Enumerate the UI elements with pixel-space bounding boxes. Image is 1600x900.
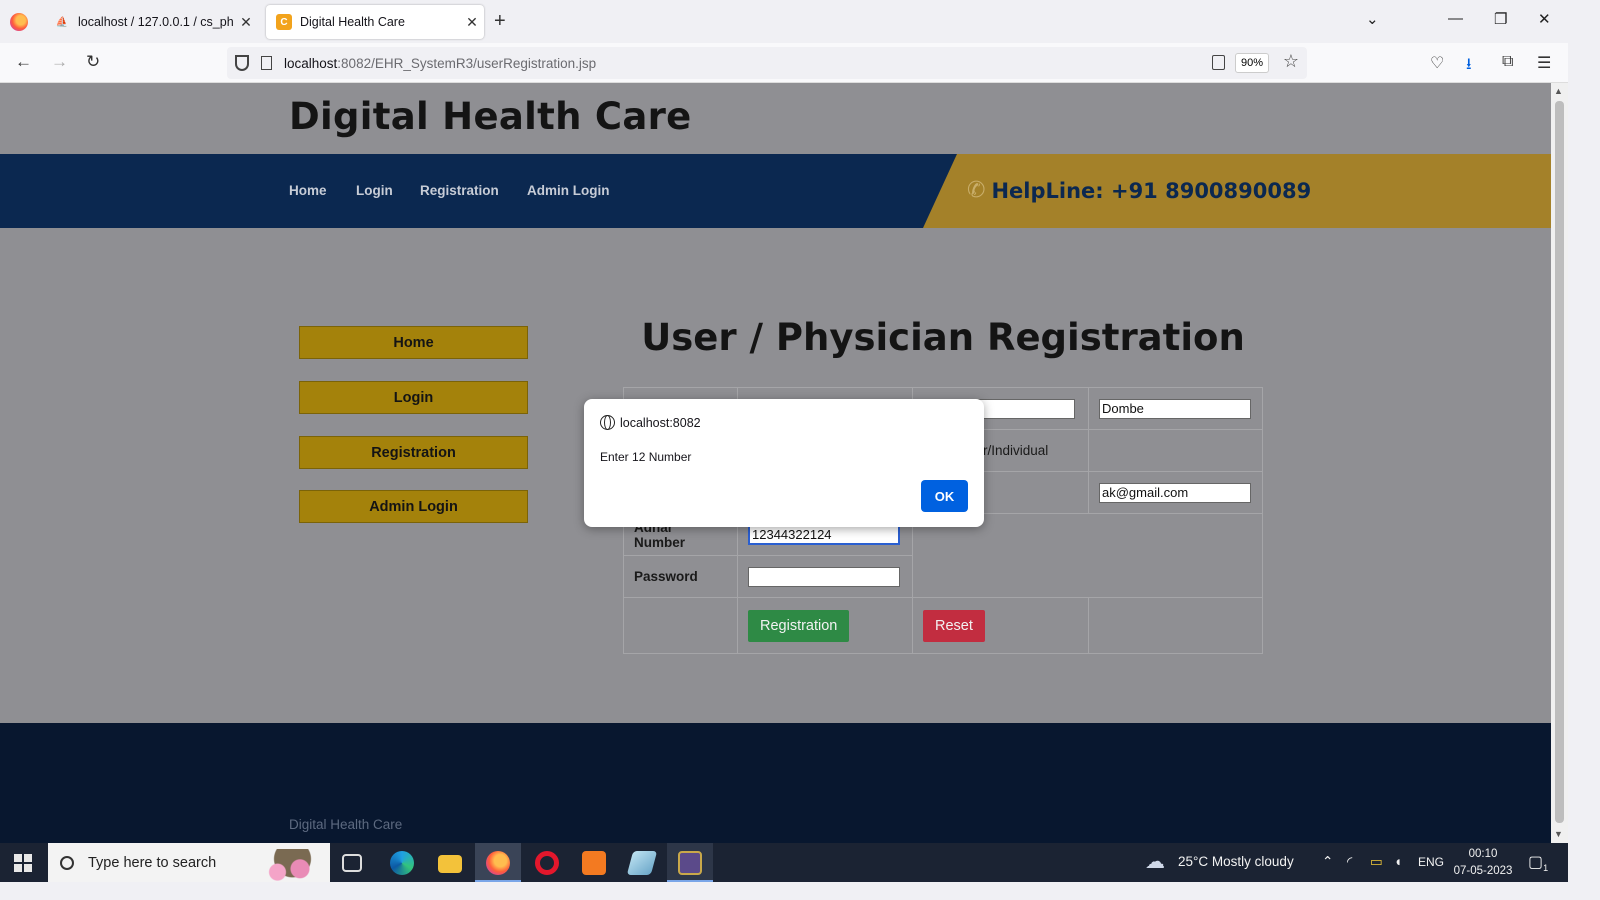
last-name-input[interactable] — [1099, 398, 1251, 419]
footer-text: Digital Health Care — [289, 817, 403, 832]
reset-button[interactable]: Reset — [923, 609, 985, 642]
zoom-level[interactable]: 90% — [1234, 53, 1269, 73]
pocket-icon[interactable]: ♡ — [1430, 53, 1444, 73]
windows-start-icon[interactable] — [14, 854, 32, 872]
minimize-button[interactable]: — — [1448, 10, 1463, 27]
sidebar-login-button[interactable]: Login — [299, 381, 528, 414]
search-icon — [60, 855, 74, 870]
tab-title: Digital Health Care — [300, 15, 405, 29]
alert-dialog: localhost:8082 Enter 12 Number OK — [584, 399, 984, 527]
tab-title: localhost / 127.0.0.1 / cs_photo — [78, 15, 234, 29]
clock[interactable]: 00:10 07-05-2023 — [1452, 846, 1514, 880]
battery-icon[interactable]: ▭ — [1370, 854, 1383, 870]
task-view-icon[interactable] — [342, 854, 362, 872]
close-icon[interactable]: ✕ — [234, 14, 258, 31]
page-content: Digital Health Care Home Login Registrat… — [0, 83, 1551, 843]
adhar-number-input[interactable] — [748, 524, 900, 545]
windows-taskbar: Type here to search ☁ 25°C Mostly cloudy… — [0, 843, 1568, 882]
nav-registration[interactable]: Registration — [420, 183, 499, 198]
password-input[interactable] — [748, 566, 900, 587]
network-icon[interactable]: ◜ — [1347, 854, 1352, 870]
url-bar[interactable]: localhost:8082/EHR_SystemR3/userRegistra… — [227, 47, 1307, 79]
browser-nav-bar: ← → ↻ localhost:8082/EHR_SystemR3/userRe… — [0, 43, 1568, 83]
url-text[interactable]: localhost:8082/EHR_SystemR3/userRegistra… — [284, 56, 596, 71]
nav-home[interactable]: Home — [289, 183, 327, 198]
user-type-option-individual[interactable]: r/Individual — [983, 443, 1048, 458]
close-window-button[interactable]: ✕ — [1538, 10, 1551, 28]
search-placeholder: Type here to search — [88, 854, 217, 871]
email-input[interactable] — [1099, 482, 1251, 503]
language-indicator[interactable]: ENG — [1418, 855, 1444, 869]
notes-app-icon[interactable] — [626, 851, 658, 875]
weather-icon[interactable]: ☁ — [1145, 849, 1165, 874]
tab-digital-health-care[interactable]: C Digital Health Care ✕ — [266, 5, 484, 39]
globe-icon — [600, 415, 615, 430]
nav-admin-login[interactable]: Admin Login — [527, 183, 609, 198]
reader-view-icon[interactable] — [1212, 55, 1225, 70]
xampp-icon[interactable] — [582, 851, 606, 875]
sidebar-registration-button[interactable]: Registration — [299, 436, 528, 469]
search-highlight-image — [255, 849, 330, 882]
phone-icon: ✆ — [967, 178, 986, 203]
extensions-icon[interactable]: ⧉ — [1502, 53, 1513, 71]
opera-icon[interactable] — [535, 851, 559, 875]
forward-icon[interactable]: → — [51, 52, 68, 72]
list-tabs-icon[interactable]: ⌄ — [1366, 10, 1379, 28]
back-icon[interactable]: ← — [15, 52, 32, 72]
firefox-taskbar-icon[interactable] — [486, 851, 510, 875]
helpline-text: HelpLine: +91 8900890089 — [991, 178, 1312, 203]
password-label: Password — [623, 555, 738, 598]
notification-icon[interactable]: ▢1 — [1528, 852, 1548, 873]
helpline: ✆ HelpLine: +91 8900890089 — [967, 178, 1311, 203]
close-icon[interactable]: ✕ — [460, 14, 484, 31]
form-row: Registration Reset — [623, 597, 1263, 654]
registration-submit-button[interactable]: Registration — [748, 609, 850, 642]
firefox-icon[interactable] — [10, 13, 28, 31]
phpmyadmin-icon: ⛵ — [55, 16, 69, 28]
menu-icon[interactable]: ☰ — [1537, 53, 1551, 73]
file-explorer-icon[interactable] — [438, 855, 462, 873]
bookmark-star-icon[interactable]: ☆ — [1283, 51, 1299, 72]
dialog-origin: localhost:8082 — [600, 415, 701, 430]
sidebar-home-button[interactable]: Home — [299, 326, 528, 359]
download-icon[interactable]: ⭳ — [1466, 53, 1472, 80]
speaker-icon[interactable]: ◖ — [1394, 854, 1402, 869]
site-title: Digital Health Care — [289, 95, 692, 138]
taskbar-search[interactable]: Type here to search — [48, 843, 330, 882]
footer: Digital Health Care — [0, 723, 1551, 843]
shield-icon[interactable] — [235, 55, 249, 71]
game-app-icon[interactable] — [678, 851, 702, 875]
sidebar-admin-login-button[interactable]: Admin Login — [299, 490, 528, 523]
browser-tab-bar: ⛵ localhost / 127.0.0.1 / cs_photo ✕ C D… — [0, 0, 1568, 43]
tab-phpmyadmin[interactable]: ⛵ localhost / 127.0.0.1 / cs_photo ✕ — [44, 5, 258, 39]
edge-icon[interactable] — [390, 851, 414, 875]
new-tab-button[interactable]: + — [494, 10, 506, 33]
show-hidden-icons[interactable]: ⌃ — [1322, 854, 1333, 870]
scrollbar[interactable]: ▲ ▼ — [1551, 83, 1568, 843]
scroll-thumb[interactable] — [1555, 101, 1564, 823]
restore-button[interactable]: ❐ — [1494, 10, 1507, 28]
reload-icon[interactable]: ↻ — [86, 52, 100, 72]
scroll-up-icon[interactable]: ▲ — [1554, 86, 1563, 96]
ok-button[interactable]: OK — [921, 480, 968, 512]
scroll-down-icon[interactable]: ▼ — [1554, 829, 1563, 839]
page-title: User / Physician Registration — [641, 316, 1245, 359]
site-favicon-icon: C — [276, 14, 292, 30]
dialog-message: Enter 12 Number — [600, 450, 692, 464]
nav-login[interactable]: Login — [356, 183, 393, 198]
weather-text[interactable]: 25°C Mostly cloudy — [1178, 854, 1294, 869]
page-icon[interactable] — [261, 56, 272, 70]
